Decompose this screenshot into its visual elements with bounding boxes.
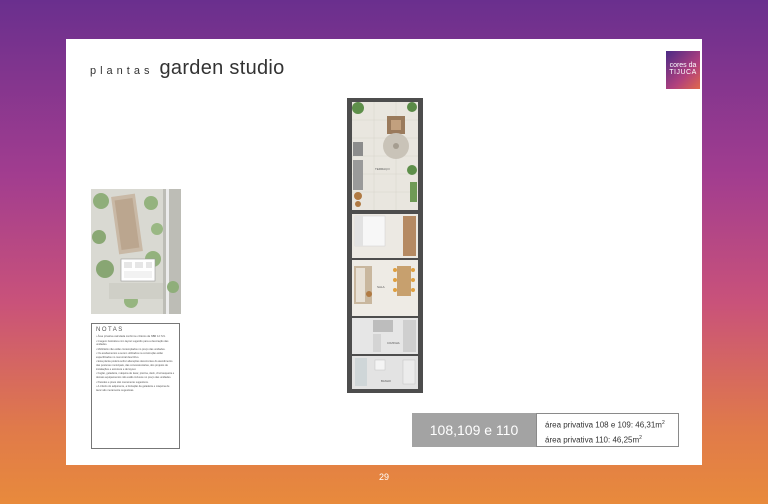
- title-main: garden studio: [159, 57, 285, 79]
- title-prefix: plantas: [90, 65, 154, 77]
- note-item: • Os acabamentos a serem utilizados na c…: [96, 352, 163, 359]
- note-item: • Esta planta poderá sofrer alterações d…: [96, 360, 173, 371]
- note-item: • Imagem ilustrativa com layout sugerido…: [96, 339, 169, 347]
- site-plan-image: [91, 189, 181, 314]
- logo-line1: cores da: [669, 62, 697, 69]
- note-item: • Área privativa calculada conforme crit…: [96, 335, 166, 338]
- brochure-page: plantas garden studio cores da TIJUCA NO…: [66, 39, 702, 465]
- note-item: • Fogão, geladeira, máquina de lavar, pi…: [96, 372, 175, 380]
- room-label-terrace: TERRAÇO: [375, 167, 390, 171]
- floor-plan: TERRAÇO SALA COZINHA BANHO: [347, 98, 423, 393]
- units-label: 108,109 e 110: [412, 413, 536, 447]
- room-label-bath: BANHO: [381, 379, 392, 383]
- note-item: • Paredes e pisos são meramente sugestiv…: [96, 380, 149, 384]
- notes-box: NOTAS • Área privativa calculada conform…: [91, 323, 180, 449]
- room-label-living: SALA: [377, 285, 385, 289]
- notes-title: NOTAS: [96, 327, 124, 333]
- page-title: plantas garden studio: [90, 57, 285, 80]
- brand-logo: cores da TIJUCA: [666, 51, 700, 89]
- notes-list: • Área privativa calculada conforme crit…: [96, 335, 175, 392]
- note-item: • Mobiliário não estão contemplados no p…: [96, 347, 166, 351]
- note-item: • A critério do adquirente, a limitação …: [96, 385, 170, 392]
- area-line-108-109: área privativa 108 e 109: 46,31m2: [545, 420, 665, 430]
- page-number: 29: [378, 472, 389, 482]
- private-area-box: área privativa 108 e 109: 46,31m2 área p…: [536, 413, 679, 447]
- room-label-kitchen: COZINHA: [387, 341, 400, 345]
- area-line-110: área privativa 110: 46,25m2: [545, 434, 642, 445]
- logo-line2: TIJUCA: [669, 69, 697, 76]
